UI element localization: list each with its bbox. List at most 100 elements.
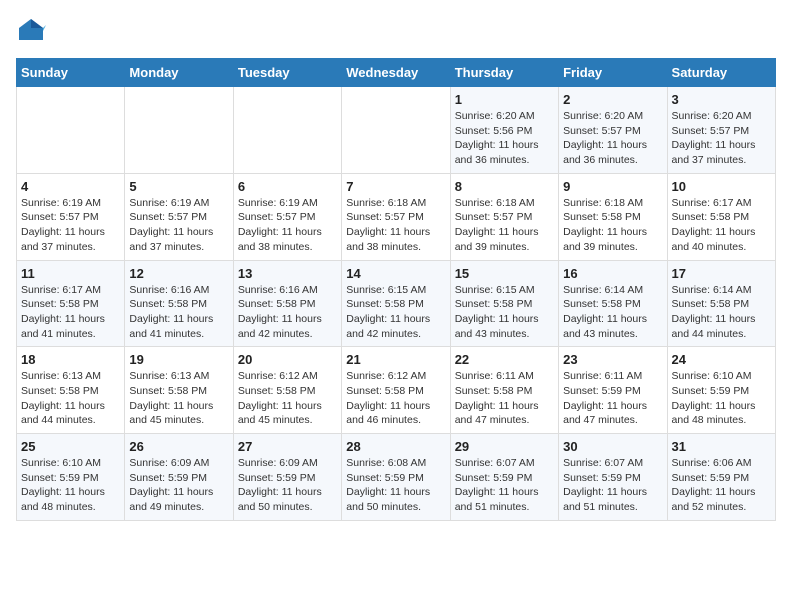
weekday-header-wednesday: Wednesday — [342, 59, 450, 87]
day-info: Sunrise: 6:09 AMSunset: 5:59 PMDaylight:… — [129, 456, 228, 515]
day-info: Sunrise: 6:20 AMSunset: 5:57 PMDaylight:… — [672, 109, 771, 168]
day-number: 22 — [455, 352, 554, 367]
calendar-cell: 26 Sunrise: 6:09 AMSunset: 5:59 PMDayligh… — [125, 434, 233, 521]
weekday-header-monday: Monday — [125, 59, 233, 87]
day-info: Sunrise: 6:09 AMSunset: 5:59 PMDaylight:… — [238, 456, 337, 515]
day-number: 2 — [563, 92, 662, 107]
calendar-cell: 7 Sunrise: 6:18 AMSunset: 5:57 PMDaylight… — [342, 173, 450, 260]
logo-icon — [16, 16, 46, 46]
calendar-cell: 23 Sunrise: 6:11 AMSunset: 5:59 PMDayligh… — [559, 347, 667, 434]
day-number: 7 — [346, 179, 445, 194]
calendar-body: 1Sunrise: 6:20 AMSunset: 5:56 PMDaylight… — [17, 87, 776, 521]
calendar-cell: 22 Sunrise: 6:11 AMSunset: 5:58 PMDayligh… — [450, 347, 558, 434]
day-number: 5 — [129, 179, 228, 194]
day-number: 23 — [563, 352, 662, 367]
calendar-cell: 28Sunrise: 6:08 AMSunset: 5:59 PMDayligh… — [342, 434, 450, 521]
page-header — [16, 16, 776, 46]
calendar-cell: 8 Sunrise: 6:18 AMSunset: 5:57 PMDaylight… — [450, 173, 558, 260]
weekday-header-sunday: Sunday — [17, 59, 125, 87]
day-info: Sunrise: 6:13 AMSunset: 5:58 PMDaylight:… — [21, 369, 120, 428]
calendar-cell — [342, 87, 450, 174]
day-info: Sunrise: 6:06 AMSunset: 5:59 PMDaylight:… — [672, 456, 771, 515]
weekday-header-saturday: Saturday — [667, 59, 775, 87]
calendar-header: SundayMondayTuesdayWednesdayThursdayFrid… — [17, 59, 776, 87]
calendar-cell: 15Sunrise: 6:15 AMSunset: 5:58 PMDayligh… — [450, 260, 558, 347]
day-number: 31 — [672, 439, 771, 454]
day-number: 26 — [129, 439, 228, 454]
day-info: Sunrise: 6:18 AMSunset: 5:57 PMDaylight:… — [455, 196, 554, 255]
calendar-week-5: 25 Sunrise: 6:10 AMSunset: 5:59 PMDayligh… — [17, 434, 776, 521]
calendar-week-2: 4 Sunrise: 6:19 AMSunset: 5:57 PMDaylight… — [17, 173, 776, 260]
day-number: 8 — [455, 179, 554, 194]
calendar-cell: 27Sunrise: 6:09 AMSunset: 5:59 PMDayligh… — [233, 434, 341, 521]
day-number: 6 — [238, 179, 337, 194]
calendar-cell: 18Sunrise: 6:13 AMSunset: 5:58 PMDayligh… — [17, 347, 125, 434]
calendar-week-3: 11 Sunrise: 6:17 AMSunset: 5:58 PMDayligh… — [17, 260, 776, 347]
day-number: 16 — [563, 266, 662, 281]
calendar-cell: 16 Sunrise: 6:14 AMSunset: 5:58 PMDayligh… — [559, 260, 667, 347]
day-info: Sunrise: 6:08 AMSunset: 5:59 PMDaylight:… — [346, 456, 445, 515]
calendar-cell: 20 Sunrise: 6:12 AMSunset: 5:58 PMDayligh… — [233, 347, 341, 434]
day-info: Sunrise: 6:07 AMSunset: 5:59 PMDaylight:… — [455, 456, 554, 515]
day-info: Sunrise: 6:19 AMSunset: 5:57 PMDaylight:… — [21, 196, 120, 255]
calendar-cell: 21Sunrise: 6:12 AMSunset: 5:58 PMDayligh… — [342, 347, 450, 434]
day-number: 11 — [21, 266, 120, 281]
day-number: 13 — [238, 266, 337, 281]
calendar-cell: 10Sunrise: 6:17 AMSunset: 5:58 PMDayligh… — [667, 173, 775, 260]
calendar-cell — [125, 87, 233, 174]
day-number: 12 — [129, 266, 228, 281]
calendar-cell: 11 Sunrise: 6:17 AMSunset: 5:58 PMDayligh… — [17, 260, 125, 347]
day-info: Sunrise: 6:16 AMSunset: 5:58 PMDaylight:… — [129, 283, 228, 342]
day-info: Sunrise: 6:10 AMSunset: 5:59 PMDaylight:… — [672, 369, 771, 428]
calendar-cell: 3 Sunrise: 6:20 AMSunset: 5:57 PMDaylight… — [667, 87, 775, 174]
day-info: Sunrise: 6:18 AMSunset: 5:58 PMDaylight:… — [563, 196, 662, 255]
day-number: 24 — [672, 352, 771, 367]
day-number: 21 — [346, 352, 445, 367]
day-info: Sunrise: 6:15 AMSunset: 5:58 PMDaylight:… — [346, 283, 445, 342]
calendar-cell: 13Sunrise: 6:16 AMSunset: 5:58 PMDayligh… — [233, 260, 341, 347]
weekday-header-thursday: Thursday — [450, 59, 558, 87]
calendar-cell: 6Sunrise: 6:19 AMSunset: 5:57 PMDaylight… — [233, 173, 341, 260]
day-number: 17 — [672, 266, 771, 281]
day-info: Sunrise: 6:20 AMSunset: 5:56 PMDaylight:… — [455, 109, 554, 168]
calendar-cell: 24 Sunrise: 6:10 AMSunset: 5:59 PMDayligh… — [667, 347, 775, 434]
day-info: Sunrise: 6:14 AMSunset: 5:58 PMDaylight:… — [563, 283, 662, 342]
calendar-cell: 14Sunrise: 6:15 AMSunset: 5:58 PMDayligh… — [342, 260, 450, 347]
day-number: 9 — [563, 179, 662, 194]
day-number: 25 — [21, 439, 120, 454]
calendar-cell: 31 Sunrise: 6:06 AMSunset: 5:59 PMDayligh… — [667, 434, 775, 521]
day-info: Sunrise: 6:11 AMSunset: 5:58 PMDaylight:… — [455, 369, 554, 428]
day-info: Sunrise: 6:07 AMSunset: 5:59 PMDaylight:… — [563, 456, 662, 515]
day-info: Sunrise: 6:18 AMSunset: 5:57 PMDaylight:… — [346, 196, 445, 255]
calendar-cell: 30 Sunrise: 6:07 AMSunset: 5:59 PMDayligh… — [559, 434, 667, 521]
day-number: 30 — [563, 439, 662, 454]
calendar-cell: 5Sunrise: 6:19 AMSunset: 5:57 PMDaylight… — [125, 173, 233, 260]
calendar-week-1: 1Sunrise: 6:20 AMSunset: 5:56 PMDaylight… — [17, 87, 776, 174]
day-info: Sunrise: 6:12 AMSunset: 5:58 PMDaylight:… — [238, 369, 337, 428]
day-info: Sunrise: 6:13 AMSunset: 5:58 PMDaylight:… — [129, 369, 228, 428]
weekday-header-friday: Friday — [559, 59, 667, 87]
calendar-cell: 2 Sunrise: 6:20 AMSunset: 5:57 PMDaylight… — [559, 87, 667, 174]
calendar-cell: 25 Sunrise: 6:10 AMSunset: 5:59 PMDayligh… — [17, 434, 125, 521]
weekday-header-tuesday: Tuesday — [233, 59, 341, 87]
calendar-cell: 29Sunrise: 6:07 AMSunset: 5:59 PMDayligh… — [450, 434, 558, 521]
day-number: 10 — [672, 179, 771, 194]
calendar-cell — [233, 87, 341, 174]
weekday-row: SundayMondayTuesdayWednesdayThursdayFrid… — [17, 59, 776, 87]
calendar-cell: 1Sunrise: 6:20 AMSunset: 5:56 PMDaylight… — [450, 87, 558, 174]
calendar-table: SundayMondayTuesdayWednesdayThursdayFrid… — [16, 58, 776, 521]
day-info: Sunrise: 6:11 AMSunset: 5:59 PMDaylight:… — [563, 369, 662, 428]
calendar-cell: 19Sunrise: 6:13 AMSunset: 5:58 PMDayligh… — [125, 347, 233, 434]
calendar-week-4: 18Sunrise: 6:13 AMSunset: 5:58 PMDayligh… — [17, 347, 776, 434]
calendar-cell: 9 Sunrise: 6:18 AMSunset: 5:58 PMDaylight… — [559, 173, 667, 260]
day-number: 3 — [672, 92, 771, 107]
day-number: 20 — [238, 352, 337, 367]
day-number: 4 — [21, 179, 120, 194]
day-info: Sunrise: 6:14 AMSunset: 5:58 PMDaylight:… — [672, 283, 771, 342]
day-info: Sunrise: 6:20 AMSunset: 5:57 PMDaylight:… — [563, 109, 662, 168]
day-info: Sunrise: 6:10 AMSunset: 5:59 PMDaylight:… — [21, 456, 120, 515]
calendar-cell: 17 Sunrise: 6:14 AMSunset: 5:58 PMDayligh… — [667, 260, 775, 347]
day-info: Sunrise: 6:17 AMSunset: 5:58 PMDaylight:… — [21, 283, 120, 342]
calendar-cell: 12 Sunrise: 6:16 AMSunset: 5:58 PMDayligh… — [125, 260, 233, 347]
logo — [16, 16, 50, 46]
